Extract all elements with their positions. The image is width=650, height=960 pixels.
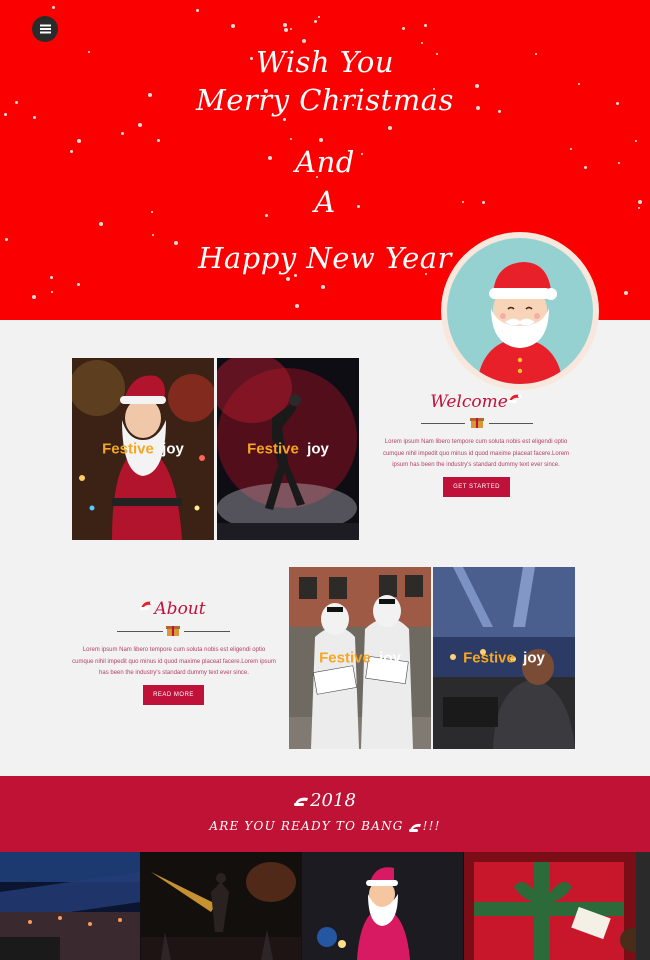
banner-year: 2018 xyxy=(0,790,650,811)
about-divider-right xyxy=(184,631,230,632)
photo-gallery xyxy=(0,852,650,960)
card-caption: Festive joy xyxy=(463,649,545,667)
snowflake xyxy=(635,140,637,142)
santa-hat-icon xyxy=(408,823,421,832)
about-title: About xyxy=(118,599,228,619)
snowflake xyxy=(77,283,80,286)
santa-hat-icon xyxy=(140,601,155,610)
snowflake xyxy=(388,126,392,130)
santa-hat-icon xyxy=(294,797,309,806)
snowflake xyxy=(283,118,286,121)
festive-photo-card-dancer[interactable]: Festive joy xyxy=(217,358,359,540)
snowflake xyxy=(50,276,53,279)
festive-photo-card-dj[interactable]: Festive joy xyxy=(433,567,575,749)
snowflake xyxy=(421,42,423,44)
santa-claus-icon xyxy=(477,262,563,384)
welcome-divider-right xyxy=(489,423,533,424)
snowflake xyxy=(51,291,53,293)
snowflake xyxy=(302,39,306,43)
hero-greeting-line3: And xyxy=(295,145,355,179)
snowflake xyxy=(284,28,288,32)
snowflake xyxy=(283,23,287,27)
snowflake xyxy=(33,116,36,119)
snowflake xyxy=(52,6,55,9)
banner-tagline: ARE YOU READY TO BANG !!! xyxy=(209,819,441,833)
snowflake xyxy=(138,123,142,127)
snowflake xyxy=(152,234,154,236)
festive-photo-card-santa[interactable]: Festive joy xyxy=(72,358,214,540)
snowflake xyxy=(157,139,160,142)
snowflake xyxy=(290,28,292,30)
gift-box-icon xyxy=(470,418,484,428)
snowflake xyxy=(424,24,427,27)
card-caption: Festive joy xyxy=(247,440,329,458)
gift-box-icon xyxy=(166,626,180,636)
snowflake xyxy=(578,83,580,85)
hero-greeting-line4: A xyxy=(314,185,336,219)
hamburger-menu-icon xyxy=(39,28,51,30)
gallery-photo-santa-figure[interactable] xyxy=(302,852,463,960)
welcome-divider-left xyxy=(421,423,465,424)
gallery-photo-crowd[interactable] xyxy=(0,852,140,960)
hero-greeting-line1: Wish You xyxy=(255,45,395,79)
snowflake xyxy=(314,20,317,23)
gallery-photo-gifts[interactable] xyxy=(464,852,650,960)
gallery-photo-concert[interactable] xyxy=(141,852,301,960)
snowflake xyxy=(196,9,199,12)
snowflake xyxy=(5,238,8,241)
snowflake xyxy=(286,277,290,281)
snowflake xyxy=(32,295,36,299)
snowflake xyxy=(321,285,325,289)
santa-avatar xyxy=(441,232,599,390)
snowflake xyxy=(290,138,292,140)
card-caption: Festive joy xyxy=(102,440,184,458)
new-year-banner: 2018 ARE YOU READY TO BANG !!! xyxy=(0,776,650,852)
snowflake xyxy=(99,222,103,226)
about-divider-left xyxy=(117,631,163,632)
snowflake xyxy=(318,16,320,18)
card-caption: Festive joy xyxy=(319,649,401,667)
snowflake xyxy=(295,304,299,308)
read-more-button[interactable]: READ MORE xyxy=(143,685,204,705)
hero-greeting-line2: Merry Christmas xyxy=(196,83,454,117)
festive-photo-card-costumes[interactable]: Festive joy xyxy=(289,567,431,749)
get-started-button[interactable]: GET STARTED xyxy=(443,477,510,497)
snowflake xyxy=(319,138,323,142)
about-description: Lorem ipsum Nam libero tempore cum solut… xyxy=(72,647,276,676)
snowflake xyxy=(77,139,81,143)
welcome-description: Lorem ipsum Nam libero tempore cum solut… xyxy=(382,439,570,468)
hamburger-menu-button[interactable] xyxy=(32,16,58,42)
snowflake xyxy=(121,132,124,135)
snowflake xyxy=(231,24,235,28)
snowflake xyxy=(402,27,405,30)
welcome-title: Welcome xyxy=(420,392,532,412)
snowflake xyxy=(624,291,628,295)
santa-hat-icon xyxy=(507,394,522,403)
